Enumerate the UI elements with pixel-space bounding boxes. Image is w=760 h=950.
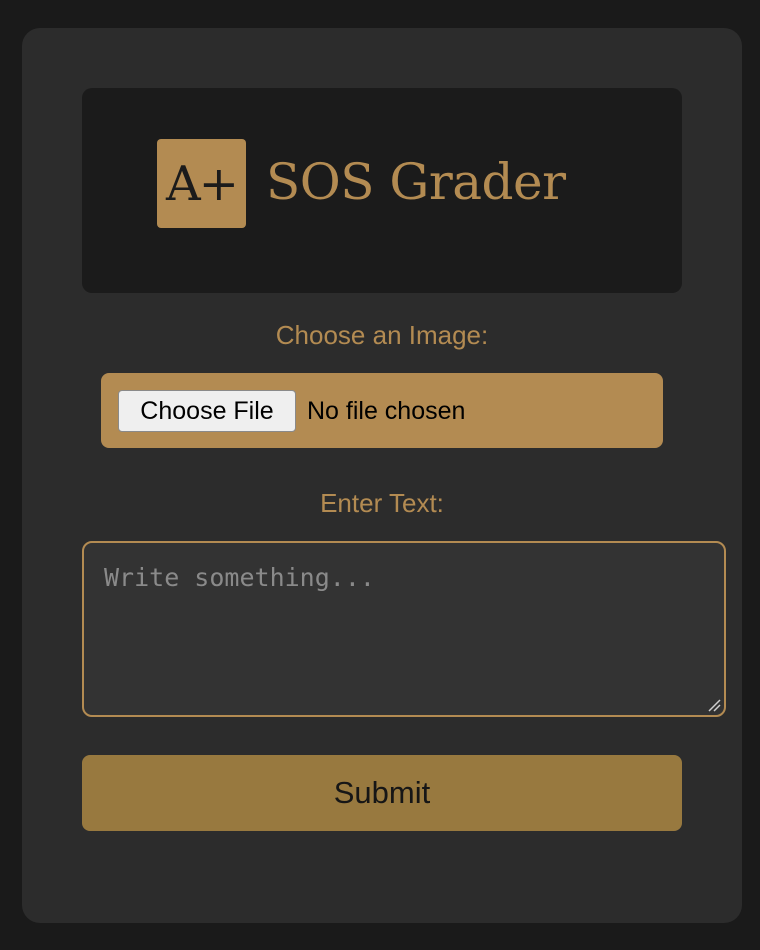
brand-name: SOS Grader xyxy=(266,153,566,211)
choose-file-button[interactable]: Choose File xyxy=(118,390,296,432)
file-status-text: No file chosen xyxy=(307,397,466,425)
logo-badge: A+ xyxy=(157,139,246,228)
text-input[interactable] xyxy=(82,541,726,717)
image-label: Choose an Image: xyxy=(275,320,489,350)
resize-handle-icon[interactable] xyxy=(707,698,721,712)
file-upload-area: Choose File No file chosen xyxy=(101,373,663,448)
text-label: Enter Text: xyxy=(320,488,444,518)
submit-button[interactable]: Submit xyxy=(82,755,682,831)
logo-badge-text: A+ xyxy=(166,155,239,212)
logo-banner: A+ SOS Grader xyxy=(82,88,682,293)
form-card: A+ SOS Grader Choose an Image: Choose Fi… xyxy=(22,28,742,923)
